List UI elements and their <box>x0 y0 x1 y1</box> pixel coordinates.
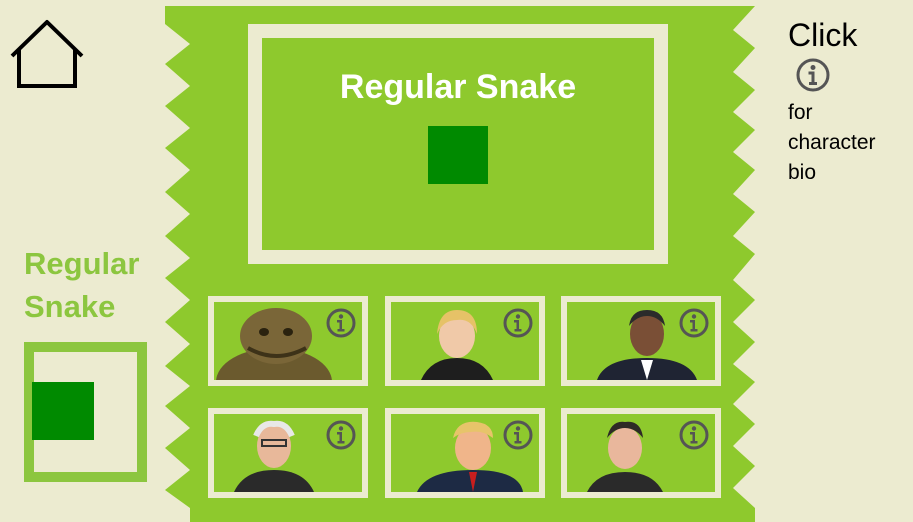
preview-title: Regular Snake <box>339 68 577 106</box>
help-click-label: Click <box>788 17 858 53</box>
info-icon[interactable] <box>326 420 356 450</box>
character-bio-help: Click for character bio <box>788 14 908 188</box>
preview-swatch <box>428 126 488 184</box>
help-line-2: character <box>788 131 876 154</box>
info-icon[interactable] <box>503 420 533 450</box>
character-card-3[interactable] <box>561 296 721 386</box>
character-card-2[interactable] <box>385 296 545 386</box>
selected-character-swatch <box>32 382 94 440</box>
info-icon[interactable] <box>679 308 709 338</box>
character-card-6[interactable] <box>561 408 721 498</box>
info-icon[interactable] <box>503 308 533 338</box>
info-icon[interactable] <box>326 308 356 338</box>
character-preview-card: Regular Snake <box>248 24 668 264</box>
character-card-1[interactable] <box>208 296 368 386</box>
help-line-1: for <box>788 101 813 124</box>
character-card-5[interactable] <box>385 408 545 498</box>
selected-character-name: Regular Snake <box>24 246 140 324</box>
info-icon[interactable] <box>679 420 709 450</box>
info-icon <box>796 58 830 92</box>
help-line-3: bio <box>788 161 817 184</box>
character-card-4[interactable] <box>208 408 368 498</box>
home-icon[interactable] <box>8 18 86 90</box>
